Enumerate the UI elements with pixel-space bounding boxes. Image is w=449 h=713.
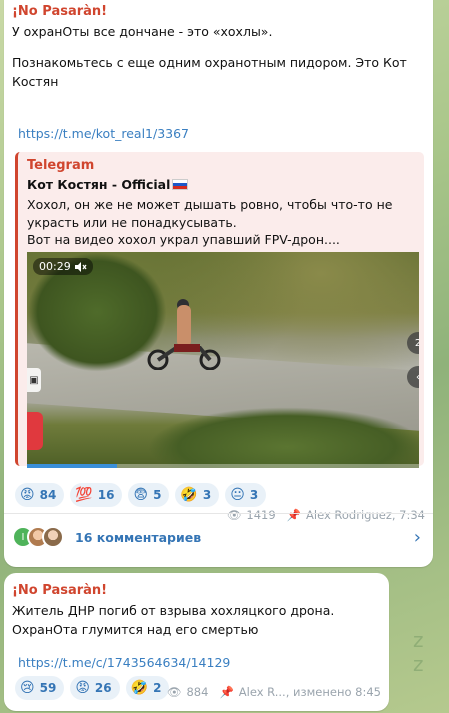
reaction-emoji: 💯 [75, 487, 93, 503]
video-duration-badge[interactable]: 00:29 [33, 258, 93, 275]
avatar [42, 526, 64, 548]
message-text-line: ОхранОта глумится над его смертью [12, 622, 259, 637]
message-bubble: ¡No Pasaràn! У охранОты все дончане - эт… [4, 0, 433, 567]
reaction-count: 84 [39, 488, 57, 502]
message-text-line: Познакомьтесь с еще одним охранотным пид… [12, 55, 407, 70]
pin-icon: 📌 [286, 508, 302, 522]
reaction-emoji: 😢 [20, 680, 35, 696]
message-text-line: У охранОты все дончане - это «хохлы». [12, 24, 273, 39]
video-frame-rider [177, 305, 191, 345]
eye-icon: 👁 [226, 508, 242, 522]
mute-icon[interactable] [74, 261, 87, 272]
divider [4, 513, 433, 514]
reaction-chip[interactable]: 😢 59 [15, 676, 65, 700]
reaction-chip[interactable]: 🤣 3 [175, 483, 220, 507]
quote-text-line: Вот на видео хохол украл упавший FPV-дро… [27, 232, 340, 247]
video-player[interactable]: 00:29 ▣ 2 ‹ [27, 252, 419, 468]
quote-text: Хохол, он же не может дышать ровно, чтоб… [27, 196, 417, 249]
quote-text-line: украсть или не понадкусывать. [27, 214, 237, 230]
reaction-emoji: 😡 [20, 487, 35, 503]
view-count: 1419 [246, 508, 276, 522]
pip-icon[interactable]: ▣ [27, 368, 41, 392]
quote-source: Telegram [27, 158, 95, 173]
message-text-line: Костян [12, 74, 59, 89]
share-button-label: 2 [414, 337, 419, 349]
video-frame-motorcycle [147, 344, 221, 370]
russia-flag-icon [172, 179, 189, 190]
reaction-emoji: 😡 [75, 680, 90, 696]
reaction-chip[interactable]: 🤣 2 [125, 676, 170, 700]
reaction-chip[interactable]: 💯 16 [70, 483, 123, 507]
reaction-emoji: 🤣 [180, 487, 198, 503]
message-sender[interactable]: ¡No Pasaràn! [12, 4, 107, 19]
reaction-emoji: 😨 [133, 487, 149, 503]
reaction-count: 3 [249, 488, 259, 502]
eye-icon: 👁 [166, 685, 182, 699]
reaction-count: 5 [153, 488, 162, 502]
quote-author: Кот Костян - Official [27, 177, 189, 192]
record-button[interactable] [27, 412, 43, 450]
message-bubble: ¡No Pasaràn! Житель ДНР погиб от взрыва … [4, 573, 389, 711]
message-link[interactable]: https://t.me/c/1743564634/14129 [18, 655, 230, 670]
message-link[interactable]: https://t.me/kot_real1/3367 [18, 126, 189, 141]
reaction-count: 2 [153, 681, 162, 695]
quote-text-line: Хохол, он же не может дышать ровно, чтоб… [27, 197, 393, 212]
message-text-line: Житель ДНР погиб от взрыва хохляцкого др… [12, 603, 335, 618]
wallpaper-doodle: zz [413, 628, 424, 676]
chevron-right-icon: › [413, 527, 421, 548]
video-progress-fill [27, 464, 118, 468]
view-count: 884 [186, 685, 209, 699]
reaction-count: 3 [202, 488, 212, 502]
comments-label: 16 комментариев [75, 529, 202, 545]
reaction-chip[interactable]: 😡 84 [15, 483, 65, 507]
forwarded-quote[interactable]: Telegram Кот Костян - Official Хохол, он… [15, 152, 424, 468]
author-time: Alex R..., изменено 8:45 [238, 685, 381, 699]
reaction-chip[interactable]: 😐 3 [225, 483, 267, 507]
reaction-chip[interactable]: 😡 26 [70, 676, 120, 700]
author-time: Alex Rodriguez, 7:34 [306, 508, 425, 522]
message-sender[interactable]: ¡No Pasaràn! [12, 583, 107, 598]
reactions-bar: 😡 84 💯 16 😨 5 🤣 3 😐 3 [15, 483, 267, 507]
reaction-count: 59 [39, 681, 57, 695]
reaction-count: 26 [94, 681, 112, 695]
pin-icon: 📌 [219, 685, 234, 699]
avatar-letter: I [21, 531, 25, 543]
message-meta: 👁 884 📌 Alex R..., изменено 8:45 [167, 685, 381, 699]
reaction-count: 16 [97, 488, 115, 502]
share-button[interactable]: 2 [407, 332, 419, 354]
reactions-bar: 😢 59 😡 26 🤣 2 [15, 676, 170, 700]
reaction-emoji: 🤣 [130, 680, 149, 696]
reaction-chip[interactable]: 😨 5 [128, 483, 170, 507]
video-frame-bush [147, 407, 419, 468]
comments-button[interactable]: I 16 комментариев › [12, 522, 425, 552]
message-meta: 👁 1419 📌 Alex Rodriguez, 7:34 [227, 508, 425, 522]
video-progress-bar[interactable] [27, 464, 419, 468]
reaction-emoji: 😐 [230, 487, 245, 503]
video-duration: 00:29 [39, 260, 71, 273]
